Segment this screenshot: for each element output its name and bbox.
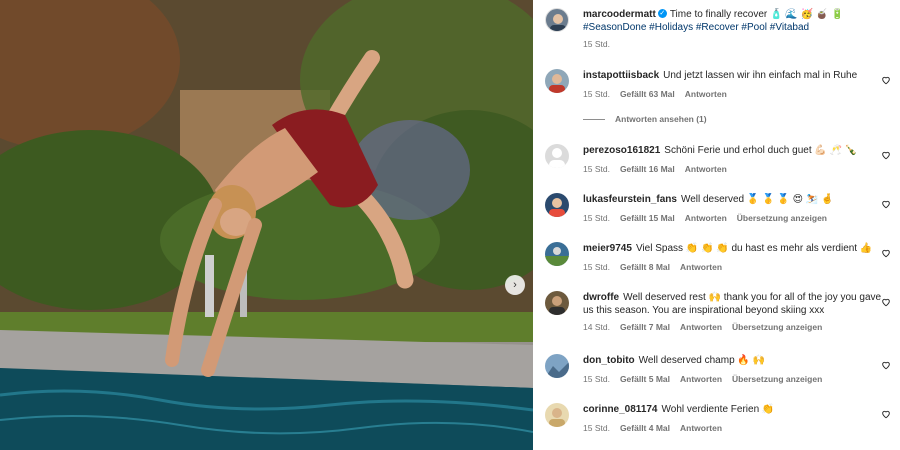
likes-count[interactable]: Gefällt 16 Mal xyxy=(620,164,675,174)
likes-count[interactable]: Gefällt 7 Mal xyxy=(620,322,670,332)
likes-count[interactable]: Gefällt 15 Mal xyxy=(620,213,675,223)
comment-time: 15 Std. xyxy=(583,213,610,223)
likes-count[interactable]: Gefällt 5 Mal xyxy=(620,374,670,384)
reply-button[interactable]: Antworten xyxy=(680,374,722,384)
comment-username[interactable]: dwroffe xyxy=(583,292,619,303)
comment-time: 15 Std. xyxy=(583,262,610,272)
reply-button[interactable]: Antworten xyxy=(685,89,727,99)
comment-text: Wohl verdiente Ferien 👏 xyxy=(661,404,775,415)
like-heart-icon[interactable] xyxy=(881,360,891,370)
view-replies-label: Antworten ansehen (1) xyxy=(615,114,707,124)
comment-username[interactable]: lukasfeurstein_fans xyxy=(583,194,677,205)
post-username[interactable]: marcoodermatt xyxy=(583,9,656,20)
comment-time: 14 Std. xyxy=(583,322,610,332)
likes-count[interactable]: Gefällt 63 Mal xyxy=(620,89,675,99)
reply-button[interactable]: Antworten xyxy=(680,322,722,332)
avatar[interactable] xyxy=(545,354,569,378)
like-heart-icon[interactable] xyxy=(881,199,891,209)
comment-text: Well deserved rest 🙌 thank you for all o… xyxy=(583,292,882,316)
like-heart-icon[interactable] xyxy=(881,75,891,85)
comment-username[interactable]: instapottiisback xyxy=(583,70,659,81)
reply-button[interactable]: Antworten xyxy=(680,423,722,433)
comment-text: Schöni Ferie und erhol duch guet 💪🏻 🥂 🍾 xyxy=(664,145,858,156)
comment-time: 15 Std. xyxy=(583,423,610,433)
comment-username[interactable]: don_tobito xyxy=(583,355,635,366)
translate-button[interactable]: Übersetzung anzeigen xyxy=(737,213,827,223)
hashtags[interactable]: #SeasonDone #Holidays #Recover #Pool #Vi… xyxy=(583,22,809,33)
likes-count[interactable]: Gefällt 4 Mal xyxy=(620,423,670,433)
caption-body: Time to finally recover 🧴 🌊 🥳 🧉 🔋 xyxy=(669,9,844,20)
avatar[interactable] xyxy=(545,193,569,217)
comment-time: 15 Std. xyxy=(583,164,610,174)
comment-username[interactable]: perezoso161821 xyxy=(583,145,660,156)
avatar[interactable] xyxy=(545,144,569,168)
avatar[interactable] xyxy=(545,8,569,32)
likes-count[interactable]: Gefällt 8 Mal xyxy=(620,262,670,272)
next-photo-button[interactable]: › xyxy=(505,275,525,295)
comment-time: 15 Std. xyxy=(583,374,610,384)
translate-button[interactable]: Übersetzung anzeigen xyxy=(732,322,822,332)
translate-button[interactable]: Übersetzung anzeigen xyxy=(732,374,822,384)
like-heart-icon[interactable] xyxy=(881,409,891,419)
avatar[interactable] xyxy=(545,242,569,266)
reply-button[interactable]: Antworten xyxy=(680,262,722,272)
reply-button[interactable]: Antworten xyxy=(685,213,727,223)
comment-time: 15 Std. xyxy=(583,89,610,99)
comment-text: Viel Spass 👏 👏 👏 du hast es mehr als ver… xyxy=(635,243,873,254)
like-heart-icon[interactable] xyxy=(881,150,891,160)
comment-text: Und jetzt lassen wir ihn einfach mal in … xyxy=(663,70,858,81)
like-heart-icon[interactable] xyxy=(881,248,891,258)
comment-text: Well deserved champ 🔥 🙌 xyxy=(638,355,766,366)
divider xyxy=(583,118,605,120)
post-photo: › xyxy=(0,0,533,450)
reply-button[interactable]: Antworten xyxy=(685,164,727,174)
comment-text: Well deserved 🥇 🥇 🥇 😍 ⛷️ 🤞 xyxy=(680,194,834,205)
view-replies-button[interactable]: Antworten ansehen (1) xyxy=(583,114,707,124)
caption-text: marcoodermatt ✓ Time to finally recover 🧴 … xyxy=(583,8,883,34)
comments-panel: marcoodermatt ✓ Time to finally recover 🧴 … xyxy=(533,0,900,450)
comment-username[interactable]: meier9745 xyxy=(583,243,632,254)
avatar[interactable] xyxy=(545,291,569,315)
like-heart-icon[interactable] xyxy=(881,297,891,307)
comment-username[interactable]: corinne_081174 xyxy=(583,404,658,415)
avatar[interactable] xyxy=(545,69,569,93)
avatar[interactable] xyxy=(545,403,569,427)
verified-badge-icon: ✓ xyxy=(657,9,667,19)
photo-illustration xyxy=(0,0,533,450)
post-time: 15 Std. xyxy=(583,39,610,49)
